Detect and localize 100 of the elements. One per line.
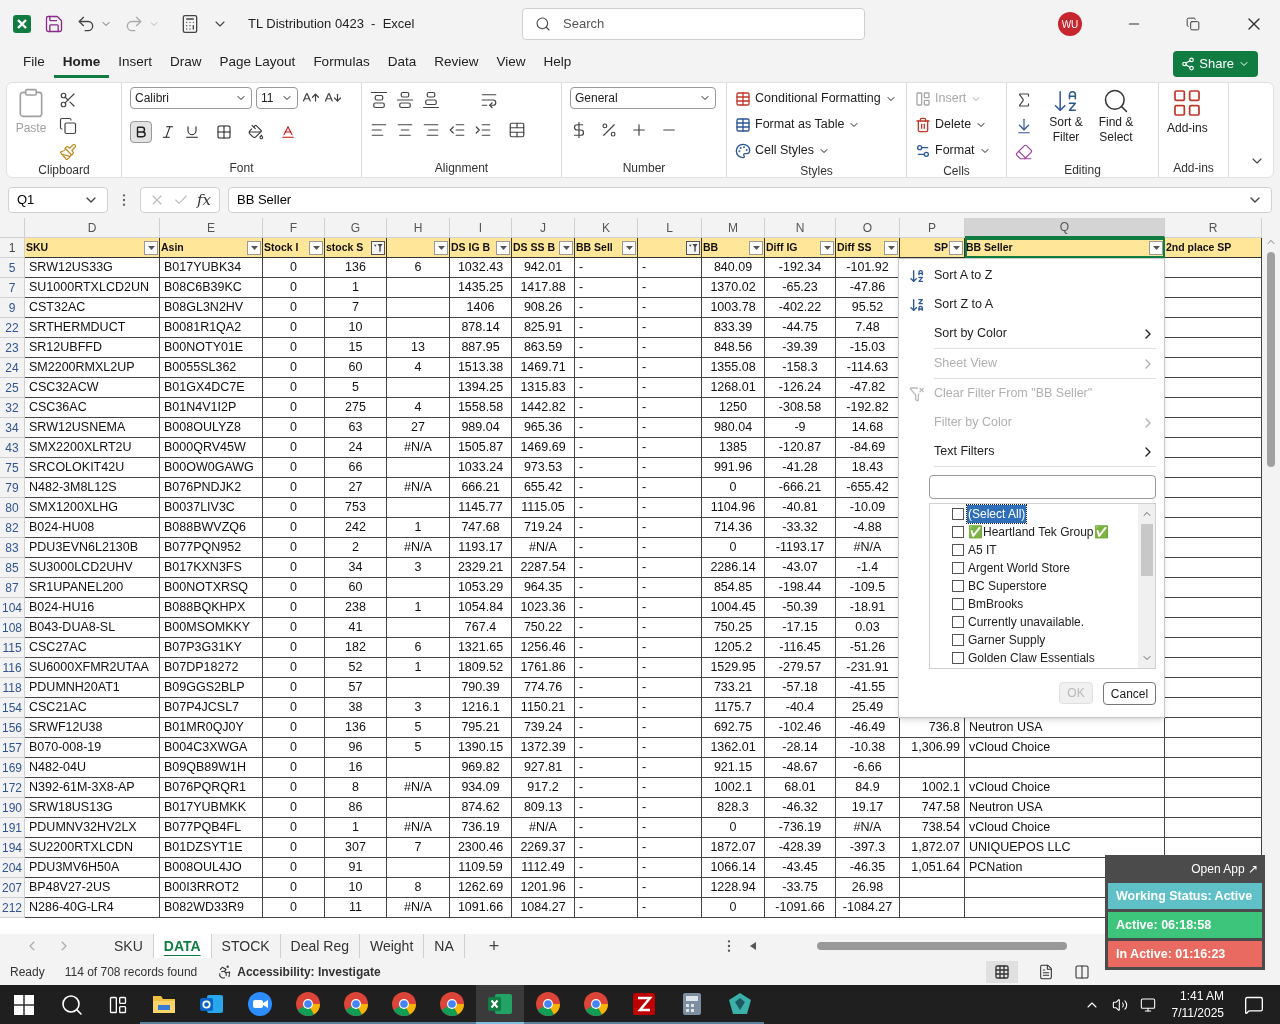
filter-value-item[interactable]: BmBrooks — [967, 595, 1025, 613]
row-number[interactable]: 116 — [0, 658, 25, 678]
row-number[interactable]: 79 — [0, 478, 25, 498]
styles-menu-button[interactable]: Format as Table — [735, 113, 897, 136]
add-sheet-button[interactable]: + — [488, 932, 500, 960]
menu-tab[interactable]: Formulas — [304, 50, 379, 78]
row-number[interactable]: 5 — [0, 258, 25, 278]
row-number[interactable]: 43 — [0, 438, 25, 458]
row-number[interactable]: 22 — [0, 318, 25, 338]
accessibility-status[interactable]: Accessibility: Investigate — [237, 962, 381, 981]
table-cell: 1435.25 — [450, 278, 512, 298]
row-number[interactable]: 212 — [0, 898, 25, 918]
menu-tab[interactable]: Data — [378, 50, 426, 78]
row-number[interactable]: 23 — [0, 338, 25, 358]
editing-menu-button[interactable]: Find & Select — [1091, 87, 1141, 161]
row-number[interactable]: 25 — [0, 378, 25, 398]
column-letter[interactable]: Q — [965, 218, 1165, 238]
row-number[interactable]: 172 — [0, 778, 25, 798]
row-number[interactable]: 80 — [0, 498, 25, 518]
menu-tab[interactable]: Draw — [161, 50, 211, 78]
row-number[interactable]: 9 — [0, 298, 25, 318]
row-number[interactable]: 169 — [0, 758, 25, 778]
menu-item[interactable]: Sort by Color — [899, 319, 1164, 348]
table-cell: 1066.14 — [702, 858, 765, 878]
number-format-dropdown[interactable]: General — [570, 87, 716, 109]
row-number[interactable]: 85 — [0, 558, 25, 578]
row-number[interactable]: 154 — [0, 698, 25, 718]
search-field[interactable]: Search — [522, 8, 865, 40]
row-number[interactable]: 191 — [0, 818, 25, 838]
font-family-dropdown[interactable]: Calibri — [130, 87, 252, 109]
menu-item[interactable]: Sort Z to A — [899, 290, 1164, 319]
header-cell: 2nd place SP — [1165, 238, 1262, 258]
row-number[interactable]: 1 — [0, 238, 25, 258]
cancel-button[interactable]: Cancel — [1103, 682, 1156, 705]
formula-input[interactable]: BB Seller — [228, 187, 1272, 213]
filter-value-item[interactable]: Golden Claw Essentials — [967, 649, 1096, 667]
editing-menu-button[interactable]: Sort & Filter — [1041, 87, 1091, 161]
table-cell: 136 — [325, 718, 387, 738]
sheet-tab[interactable]: DATA — [153, 934, 212, 958]
row-number[interactable]: 118 — [0, 678, 25, 698]
cells-menu-button[interactable]: Delete — [915, 113, 991, 136]
row-number[interactable]: 75 — [0, 458, 25, 478]
filter-value-item[interactable]: Currently unavailable. — [967, 613, 1086, 631]
row-number[interactable]: 194 — [0, 838, 25, 858]
menu-tab[interactable]: Help — [534, 50, 581, 78]
table-cell: 1315.83 — [512, 378, 575, 398]
row-number[interactable]: 190 — [0, 798, 25, 818]
table-cell: B09QB89W1H — [160, 758, 263, 778]
styles-menu-button[interactable]: Conditional Formatting — [735, 87, 897, 110]
table-cell: -46.49 — [836, 718, 900, 738]
table-cell: 790.39 — [450, 678, 512, 698]
row-number[interactable]: 83 — [0, 538, 25, 558]
menu-tab[interactable]: View — [487, 50, 535, 78]
menu-tab[interactable]: File — [14, 50, 54, 78]
font-size-dropdown[interactable]: 11 — [256, 87, 298, 109]
row-number[interactable]: 115 — [0, 638, 25, 658]
row-number[interactable]: 7 — [0, 278, 25, 298]
table-cell: 1,306.99 — [900, 738, 965, 758]
filter-value-item[interactable]: Argent World Store — [967, 559, 1071, 577]
table-cell: 809.13 — [512, 798, 575, 818]
row-number[interactable]: 204 — [0, 858, 25, 878]
share-button[interactable]: Share — [1173, 51, 1258, 77]
menu-tab[interactable]: Page Layout — [210, 50, 305, 78]
table-cell: 1 — [325, 818, 387, 838]
open-app-button[interactable]: Open App ↗ — [1187, 858, 1262, 880]
row-number[interactable]: 157 — [0, 738, 25, 758]
table-cell: B008OUL4JO — [160, 858, 263, 878]
table-cell: #N/A — [387, 478, 450, 498]
row-number[interactable]: 207 — [0, 878, 25, 898]
table-cell: -198.44 — [765, 578, 836, 598]
cells-menu-button[interactable]: Format — [915, 139, 991, 162]
name-box[interactable]: Q1 — [8, 187, 108, 213]
table-cell: B076PNDJK2 — [160, 478, 263, 498]
row-number[interactable]: 34 — [0, 418, 25, 438]
menu-item[interactable]: Sort A to Z — [899, 261, 1164, 290]
row-number[interactable]: 108 — [0, 618, 25, 638]
table-cell: 68.01 — [765, 778, 836, 798]
table-cell: 863.59 — [512, 338, 575, 358]
row-number[interactable]: 87 — [0, 578, 25, 598]
filter-value-item[interactable]: ✅Heartland Tek Group✅ — [967, 523, 1110, 541]
filter-value-item[interactable]: BC Superstore — [967, 577, 1048, 595]
menu-tab[interactable]: Insert — [109, 50, 162, 78]
menu-tab[interactable]: Home — [53, 50, 110, 78]
insert-function-button[interactable]: fx — [197, 188, 211, 212]
filter-value-item[interactable]: A5 IT — [967, 541, 998, 559]
add-ins-button[interactable]: Add-ins — [1167, 87, 1208, 159]
table-cell: 854.85 — [702, 578, 765, 598]
row-number[interactable]: 156 — [0, 718, 25, 738]
table-cell: -279.57 — [765, 658, 836, 678]
menu-tab[interactable]: Review — [425, 50, 488, 78]
table-cell: 2329.21 — [450, 558, 512, 578]
filter-value-item[interactable]: Garner Supply — [967, 631, 1047, 649]
menu-item[interactable]: Text Filters — [899, 437, 1164, 466]
user-avatar[interactable]: WU — [1058, 12, 1082, 36]
row-number[interactable]: 24 — [0, 358, 25, 378]
row-number[interactable]: 32 — [0, 398, 25, 418]
styles-menu-button[interactable]: Cell Styles — [735, 139, 897, 162]
row-number[interactable]: 104 — [0, 598, 25, 618]
filter-value-item[interactable]: (Select All) — [967, 505, 1027, 523]
row-number[interactable]: 82 — [0, 518, 25, 538]
